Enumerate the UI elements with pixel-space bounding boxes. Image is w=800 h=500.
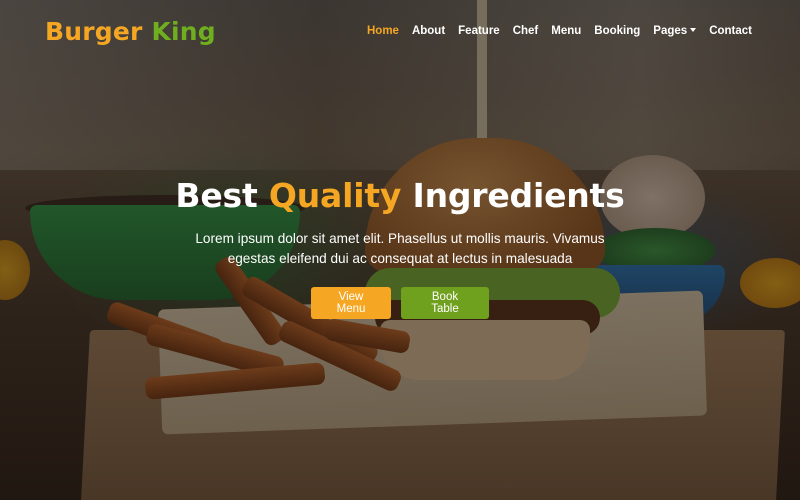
nav-item-feature[interactable]: Feature xyxy=(458,25,500,37)
brand-name-part2: King xyxy=(151,16,216,46)
headline-highlight: Quality xyxy=(268,176,402,215)
nav-item-contact[interactable]: Contact xyxy=(709,25,752,37)
navbar: Burger King Home About Feature Chef Menu… xyxy=(0,0,800,62)
nav-item-booking[interactable]: Booking xyxy=(594,25,640,37)
hero-content: Best Quality Ingredients Lorem ipsum dol… xyxy=(0,176,800,319)
nav-item-pages-label: Pages xyxy=(653,25,688,37)
book-table-button[interactable]: Book Table xyxy=(401,287,489,319)
nav-item-home[interactable]: Home xyxy=(367,25,399,37)
view-menu-button[interactable]: View Menu xyxy=(311,287,391,319)
nav-item-about[interactable]: About xyxy=(412,25,445,37)
chevron-down-icon xyxy=(690,28,697,32)
brand-name-part1: Burger xyxy=(45,16,143,46)
headline-pre: Best xyxy=(175,176,258,215)
nav-menu: Home About Feature Chef Menu Booking Pag… xyxy=(367,25,752,37)
headline-post: Ingredients xyxy=(412,176,625,215)
nav-item-chef[interactable]: Chef xyxy=(513,25,539,37)
hero-headline: Best Quality Ingredients xyxy=(0,176,800,215)
hero-section: Burger King Home About Feature Chef Menu… xyxy=(0,0,800,500)
hero-subtitle: Lorem ipsum dolor sit amet elit. Phasell… xyxy=(195,231,605,266)
nav-item-pages[interactable]: Pages xyxy=(653,25,697,37)
hero-buttons: View Menu Book Table xyxy=(0,287,800,319)
brand-logo[interactable]: Burger King xyxy=(45,17,216,46)
nav-item-menu[interactable]: Menu xyxy=(551,25,581,37)
